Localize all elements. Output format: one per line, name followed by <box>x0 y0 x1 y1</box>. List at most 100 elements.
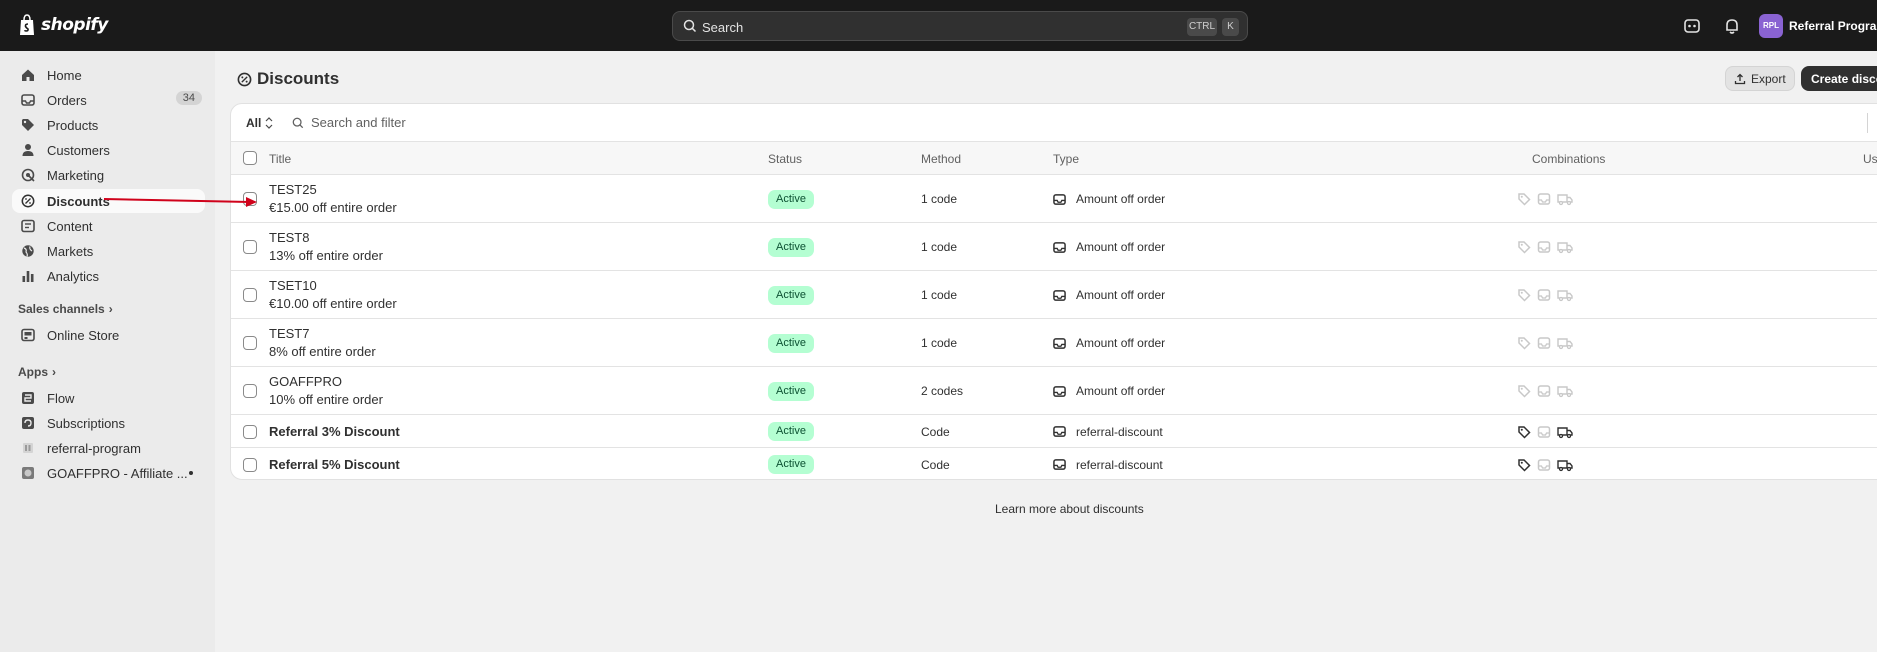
search-icon <box>292 117 304 128</box>
table-row[interactable]: Referral 5% Discount Active Code referral-d… <box>231 448 1877 479</box>
discount-code: TEST7 <box>269 326 310 341</box>
divider <box>1867 113 1868 133</box>
sidebar-item-label: Customers <box>47 142 110 158</box>
shipping-truck-icon <box>1557 459 1573 471</box>
column-header-status[interactable]: Status <box>768 152 802 166</box>
type-label: Amount off order <box>1076 384 1166 398</box>
sidebar-item-referral-program[interactable]: referral-program <box>12 436 205 460</box>
discount-title[interactable]: Referral 5% Discount <box>269 457 400 472</box>
discount-title[interactable]: TEST25 €15.00 off entire order <box>269 182 397 215</box>
table-row[interactable]: TSET10 €10.00 off entire order Active 1 cod… <box>231 271 1877 319</box>
discount-title[interactable]: GOAFFPRO 10% off entire order <box>269 374 383 407</box>
column-header-method[interactable]: Method <box>921 152 961 166</box>
table-row[interactable]: GOAFFPRO 10% off entire order Active 2 code… <box>231 367 1877 415</box>
status-badge: Active <box>768 237 814 257</box>
logo-text: shopify <box>41 15 108 35</box>
chat-icon[interactable] <box>1683 17 1701 35</box>
goaffpro-icon <box>20 465 36 481</box>
method-cell: 1 code <box>921 336 958 350</box>
order-discount-icon <box>1053 385 1066 397</box>
discount-code: Referral 5% Discount <box>269 457 400 472</box>
discount-title[interactable]: TEST8 13% off entire order <box>269 230 383 263</box>
sidebar-item-label: Orders <box>47 92 87 108</box>
shopify-logo[interactable]: shopify <box>18 14 108 36</box>
table-row[interactable]: Referral 3% Discount Active Code referral-d… <box>231 415 1877 448</box>
filter-tab-all[interactable]: All <box>246 116 273 130</box>
sidebar-item-label: referral-program <box>47 440 141 456</box>
select-all-checkbox[interactable] <box>243 151 257 165</box>
page-title: Discounts <box>237 69 339 89</box>
learn-more-link[interactable]: Learn more about discounts <box>995 502 1144 516</box>
sidebar-item-markets[interactable]: Markets <box>12 239 205 263</box>
row-checkbox[interactable] <box>243 336 257 350</box>
export-button[interactable]: Export <box>1725 66 1795 91</box>
search-filter-placeholder: Search and filter <box>311 115 406 130</box>
row-checkbox[interactable] <box>243 240 257 254</box>
sidebar-item-products[interactable]: Products <box>12 113 205 137</box>
column-header-title[interactable]: Title <box>269 152 291 166</box>
filter-bar: All Search and filter <box>231 104 1877 142</box>
search-filter-input[interactable]: Search and filter <box>292 115 406 130</box>
sidebar-item-home[interactable]: Home <box>12 63 205 87</box>
sidebar-item-content[interactable]: Content <box>12 214 205 238</box>
sidebar-item-customers[interactable]: Customers <box>12 138 205 162</box>
type-cell: Amount off order <box>1053 288 1165 302</box>
store-name: Referral Program <box>1789 19 1877 33</box>
chevron-right-icon: › <box>52 365 56 379</box>
type-cell: Amount off order <box>1053 336 1165 350</box>
column-header-type[interactable]: Type <box>1053 152 1079 166</box>
shortcut-k-key: K <box>1222 18 1239 36</box>
home-icon <box>20 67 36 83</box>
discount-code: TEST8 <box>269 230 310 245</box>
discount-summary: €15.00 off entire order <box>269 200 397 215</box>
order-discount-icon <box>1053 426 1066 437</box>
global-search-input[interactable]: Search CTRL K <box>672 11 1248 41</box>
order-discount-icon <box>1053 459 1066 470</box>
status-badge: Active <box>768 333 814 353</box>
row-checkbox[interactable] <box>243 424 257 439</box>
column-header-combinations[interactable]: Combinations <box>1532 152 1605 166</box>
sidebar-item-online-store[interactable]: Online Store <box>12 323 205 347</box>
sidebar-item-label: Products <box>47 117 99 133</box>
bell-icon[interactable] <box>1723 17 1741 35</box>
subscriptions-icon <box>20 415 36 431</box>
table-header: Title Status Method Type Combinations Us… <box>231 142 1877 175</box>
store-icon <box>20 327 36 343</box>
row-checkbox[interactable] <box>243 288 257 302</box>
row-checkbox[interactable] <box>243 457 257 472</box>
table-row[interactable]: TEST25 €15.00 off entire order Active 1 cod… <box>231 175 1877 223</box>
unread-dot <box>189 471 193 475</box>
sidebar-item-subscriptions[interactable]: Subscriptions <box>12 411 205 435</box>
sidebar-item-marketing[interactable]: Marketing <box>12 163 205 187</box>
store-menu[interactable]: RPL Referral Program <box>1759 14 1877 38</box>
shopify-bag-icon <box>20 14 34 35</box>
create-discount-button[interactable]: Create discount <box>1801 66 1877 91</box>
sidebar-item-flow[interactable]: Flow <box>12 386 205 410</box>
status-badge: Active <box>768 381 814 401</box>
row-checkbox[interactable] <box>243 384 257 398</box>
sales-channels-heading[interactable]: Sales channels › <box>18 302 113 316</box>
content-icon <box>20 218 36 234</box>
table-row[interactable]: TEST7 8% off entire order Active 1 code Amou… <box>231 319 1877 367</box>
discount-summary: 8% off entire order <box>269 344 376 359</box>
combinations-cell <box>1517 336 1573 350</box>
column-header-used[interactable]: Used <box>1863 152 1877 166</box>
table-row[interactable]: TEST8 13% off entire order Active 1 code Amo… <box>231 223 1877 271</box>
type-cell: referral-discount <box>1053 425 1163 439</box>
type-label: Amount off order <box>1076 192 1166 206</box>
discount-title[interactable]: TSET10 €10.00 off entire order <box>269 278 397 311</box>
sidebar-item-orders[interactable]: Orders 34 <box>12 88 205 112</box>
discount-title[interactable]: Referral 3% Discount <box>269 424 400 439</box>
apps-heading[interactable]: Apps › <box>18 365 56 379</box>
sidebar-item-label: Content <box>47 218 93 234</box>
order-discount-icon <box>1053 241 1066 253</box>
chart-icon <box>20 268 36 284</box>
combinations-cell <box>1517 240 1573 254</box>
discounts-table-card: All Search and filter Title Status Metho… <box>230 103 1877 480</box>
export-label: Export <box>1751 71 1786 86</box>
sidebar-item-goaffpro[interactable]: GOAFFPRO - Affiliate ... <box>12 461 205 485</box>
sidebar-item-analytics[interactable]: Analytics <box>12 264 205 288</box>
sidebar-item-label: Markets <box>47 243 94 259</box>
discount-title[interactable]: TEST7 8% off entire order <box>269 326 376 359</box>
combinations-cell <box>1517 288 1573 302</box>
